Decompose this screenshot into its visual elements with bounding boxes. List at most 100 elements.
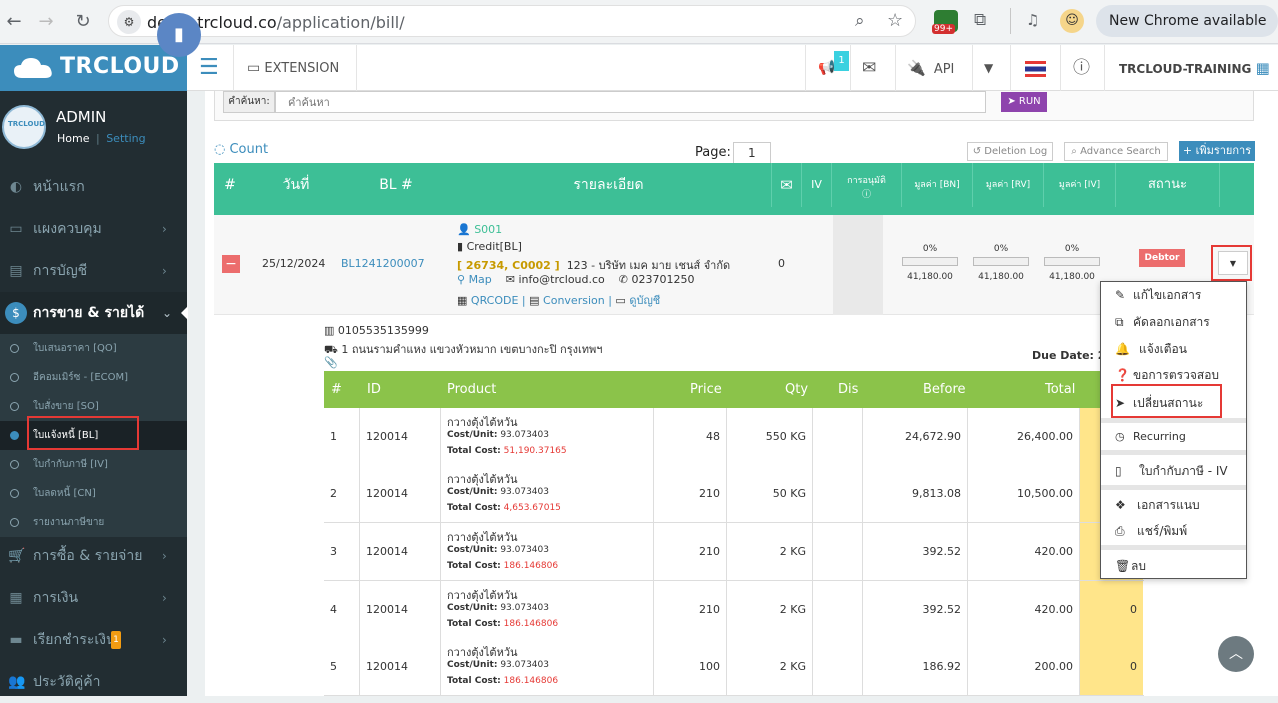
calendar-icon: ▦ bbox=[9, 590, 23, 606]
back-icon[interactable]: ← bbox=[2, 10, 26, 34]
qrcode-link[interactable]: QRCODE bbox=[471, 294, 519, 307]
sidebar-sub-tax-invoice[interactable]: ใบกำกับภาษี [IV] bbox=[0, 450, 187, 479]
collapse-button[interactable]: − bbox=[222, 255, 240, 273]
address-bar[interactable]: ⚙ demo.trcloud.co/application/bill/ ⌕ ☆ bbox=[108, 5, 916, 37]
extension-link[interactable]: ▭ EXTENSION bbox=[247, 45, 339, 91]
header-col-detail[interactable]: รายละเอียด bbox=[446, 163, 771, 207]
table-row[interactable]: 3 120014 กวางตุ้งไต้หวัน Cost/Unit: 93.0734… bbox=[324, 523, 1144, 581]
attachment-icon[interactable]: 📎 bbox=[324, 356, 338, 369]
search-icon: ⌕ bbox=[1071, 146, 1077, 157]
item-product[interactable]: กวางตุ้งไต้หวัน bbox=[447, 586, 518, 604]
hamburger-menu-icon[interactable]: ☰ bbox=[199, 45, 219, 91]
item-product[interactable]: กวางตุ้งไต้หวัน bbox=[447, 413, 518, 431]
forward-icon[interactable]: → bbox=[34, 10, 58, 34]
site-info-icon[interactable]: ⚙ bbox=[117, 10, 141, 34]
sidebar-item-finance[interactable]: ▦ การเงิน › bbox=[0, 577, 187, 619]
menu-attachments[interactable]: ❖ เอกสารแนบ bbox=[1115, 493, 1200, 517]
header-col-bl[interactable]: BL # bbox=[346, 163, 446, 207]
items-col-product: Product bbox=[447, 382, 497, 397]
item-cost: 93.073403 bbox=[500, 430, 549, 440]
header-col-date[interactable]: วันที่ bbox=[246, 163, 346, 207]
menu-change-status[interactable]: ➤ เปลี่ยนสถานะ bbox=[1115, 391, 1203, 415]
iv-percent: 0% bbox=[1064, 244, 1080, 254]
row-actions-dropdown-button[interactable]: ▼ bbox=[1218, 251, 1248, 275]
item-product[interactable]: กวางตุ้งไต้หวัน bbox=[447, 470, 518, 488]
sidebar-item-label: การซื้อ & รายจ่าย bbox=[33, 548, 143, 564]
file-icon: ▯ bbox=[1115, 464, 1122, 478]
menu-copy-document[interactable]: ⧉ คัดลอกเอกสาร bbox=[1115, 310, 1210, 334]
company-name[interactable]: TRCLOUD-TRAINING ▦ bbox=[1119, 45, 1270, 91]
caret-down-icon[interactable]: ▼ bbox=[984, 45, 993, 91]
advance-search-button[interactable]: ⌕ Advance Search bbox=[1064, 142, 1168, 161]
menu-delete[interactable]: 🗑ลบ bbox=[1115, 554, 1146, 578]
credit-text: ▮ Credit[BL] bbox=[457, 240, 522, 253]
item-product[interactable]: กวางตุ้งไต้หวัน bbox=[447, 528, 518, 546]
chevron-down-icon: ⌄ bbox=[162, 306, 173, 320]
menu-notify[interactable]: 🔔 แจ้งเตือน bbox=[1115, 337, 1187, 361]
item-extra: 0 bbox=[1130, 603, 1137, 616]
customer-codes: [ 26734, C0002 ] bbox=[457, 259, 560, 272]
menu-recurring[interactable]: ◷ Recurring bbox=[1115, 425, 1186, 449]
conversion-link[interactable]: Conversion bbox=[543, 294, 605, 307]
bill-number[interactable]: BL1241200007 bbox=[341, 257, 425, 270]
sidebar-item-collection[interactable]: ▬ เรียกชำระเงิน 1 › bbox=[0, 619, 187, 661]
zoom-icon[interactable]: ⌕ bbox=[855, 11, 865, 31]
profile-avatar-icon[interactable]: ☺ bbox=[1060, 9, 1084, 33]
table-row[interactable]: 5 120014 กวางตุ้งไต้หวัน Cost/Unit: 93.0734… bbox=[324, 638, 1144, 696]
sidebar-item-home[interactable]: ◐ หน้าแรก bbox=[0, 166, 187, 208]
item-product[interactable]: กวางตุ้งไต้หวัน bbox=[447, 643, 518, 661]
book-button[interactable]: ▮ bbox=[157, 13, 201, 57]
home-link[interactable]: Home bbox=[57, 132, 89, 145]
sidebar-sub-sales-tax[interactable]: รายงานภาษีขาย bbox=[0, 508, 187, 537]
sidebar-sub-quotation[interactable]: ใบเสนอราคา [QO] bbox=[0, 334, 187, 363]
puzzle-icon[interactable]: ⧉ bbox=[974, 10, 986, 30]
search-input[interactable] bbox=[275, 91, 986, 113]
sidebar-item-partner-history[interactable]: 👥 ประวัติคู่ค้า bbox=[0, 661, 187, 703]
deletion-log-button[interactable]: ↺ Deletion Log bbox=[967, 142, 1053, 161]
sidebar-item-sales[interactable]: $ การขาย & รายได้ ⌄ bbox=[0, 292, 188, 334]
sidebar-item-accounting[interactable]: ▤ การบัญชี › bbox=[0, 250, 187, 292]
item-total: 26,400.00 bbox=[1017, 430, 1073, 443]
item-total-cost: 186.146806 bbox=[503, 619, 559, 629]
bookmark-star-icon[interactable]: ☆ bbox=[887, 10, 903, 31]
item-total-cost: 4,653.67015 bbox=[503, 503, 561, 513]
scroll-top-button[interactable]: ︿ bbox=[1218, 636, 1254, 672]
cost-label: Cost/Unit: bbox=[447, 603, 498, 613]
total-cost-label: Total Cost: bbox=[447, 561, 501, 571]
menu-item-label: แชร์/พิมพ์ bbox=[1137, 524, 1188, 538]
bill-table-header: # วันที่ BL # รายละเอียด ✉ IV การอนุมัติ… bbox=[214, 163, 1254, 207]
help-icon[interactable]: ⓘ bbox=[1073, 45, 1090, 91]
setting-link[interactable]: Setting bbox=[106, 132, 145, 145]
map-link[interactable]: ⚲ Map bbox=[457, 273, 492, 286]
count-link[interactable]: ◌ Count bbox=[214, 142, 268, 157]
sidebar-item-control-panel[interactable]: ▭ แผงควบคุม › bbox=[0, 208, 187, 250]
page-input[interactable]: 1 bbox=[733, 142, 771, 164]
sidebar-sub-ecom[interactable]: อีคอมเมิร์ซ - [ECOM] bbox=[0, 363, 187, 392]
sidebar-sub-credit-note[interactable]: ใบลดหนี้ [CN] bbox=[0, 479, 187, 508]
extension-icon[interactable]: 99+ bbox=[932, 10, 958, 34]
menu-tax-invoice[interactable]: ▯ ใบกำกับภาษี - IV bbox=[1115, 459, 1228, 483]
reload-icon[interactable]: ↻ bbox=[71, 10, 95, 34]
thai-flag-icon[interactable] bbox=[1025, 61, 1046, 77]
so-link[interactable]: 👤 S001 bbox=[457, 223, 502, 236]
trash-icon: 🗑 bbox=[1115, 559, 1131, 573]
run-button[interactable]: ➤ RUN bbox=[1001, 92, 1047, 112]
mail-icon[interactable]: ✉ bbox=[862, 45, 876, 91]
api-link[interactable]: 🔌 API bbox=[907, 45, 954, 91]
view-account-link[interactable]: ดูบัญชี bbox=[629, 294, 660, 307]
new-chrome-button[interactable]: New Chrome available bbox=[1096, 5, 1278, 37]
megaphone-icon[interactable]: 📢 bbox=[818, 45, 835, 91]
table-row[interactable]: 4 120014 กวางตุ้งไต้หวัน Cost/Unit: 93.0734… bbox=[324, 581, 1144, 639]
sidebar-item-purchase[interactable]: 🛒 การซื้อ & รายจ่าย › bbox=[0, 535, 187, 577]
table-row[interactable]: 2 120014 กวางตุ้งไต้หวัน Cost/Unit: 93.0734… bbox=[324, 465, 1144, 523]
table-row[interactable]: 1 120014 กวางตุ้งไต้หวัน Cost/Unit: 93.0734… bbox=[324, 408, 1144, 466]
paper-plane-icon: ➤ bbox=[1115, 396, 1126, 410]
cost-label: Cost/Unit: bbox=[447, 545, 498, 555]
bill-row[interactable]: − 25/12/2024 BL1241200007 👤 S001 ▮ Credi… bbox=[214, 215, 1254, 315]
menu-item-label: ลบ bbox=[1131, 559, 1146, 573]
menu-edit-document[interactable]: ✎ แก้ไขเอกสาร bbox=[1115, 283, 1201, 307]
brand-logo[interactable]: TRCLOUD bbox=[0, 45, 187, 91]
add-button[interactable]: + เพิ่มรายการ bbox=[1179, 141, 1255, 161]
menu-share-print[interactable]: ⎙ แชร์/พิมพ์ bbox=[1115, 519, 1187, 543]
media-icon[interactable]: ♫ bbox=[1026, 11, 1039, 29]
